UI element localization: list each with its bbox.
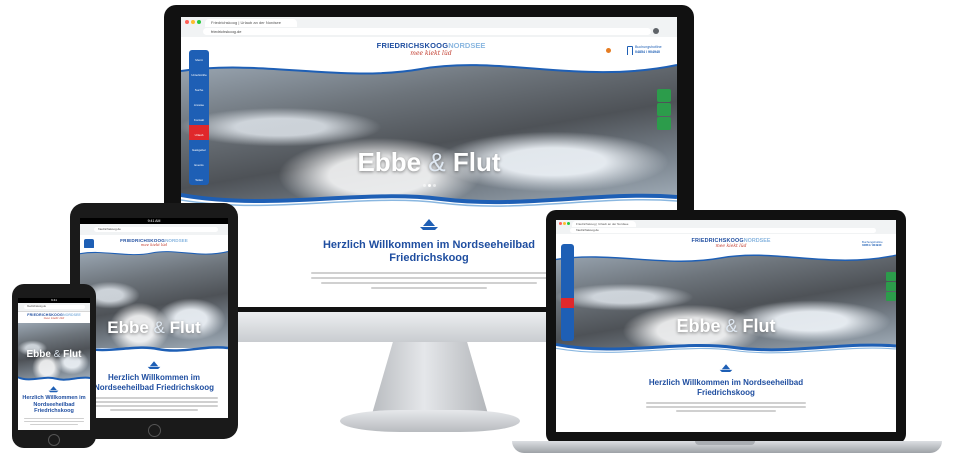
hero-heading: Ebbe & Flut bbox=[26, 349, 82, 360]
intro-text-line bbox=[24, 421, 84, 422]
phone-home-button[interactable] bbox=[48, 434, 60, 446]
hero-bottom-wave bbox=[18, 376, 90, 382]
intro-text-line bbox=[24, 418, 84, 419]
welcome-heading: Herzlich Willkommen im Nordseeheilbad Fr… bbox=[22, 395, 86, 414]
site-logo[interactable]: FRIEDRICHSKOOGNORDSEE mee kiekt lüd bbox=[24, 313, 84, 321]
phone-screen: 9:41 friedrichskoog.de FRIEDRICHSKOOGNOR… bbox=[18, 298, 90, 430]
boat-icon bbox=[48, 386, 59, 393]
smartphone: 9:41 friedrichskoog.de FRIEDRICHSKOOGNOR… bbox=[0, 0, 953, 461]
intro-text-line bbox=[30, 424, 78, 425]
address-bar[interactable]: friedrichskoog.de bbox=[24, 305, 85, 309]
browser-toolbar: friedrichskoog.de bbox=[18, 303, 90, 312]
